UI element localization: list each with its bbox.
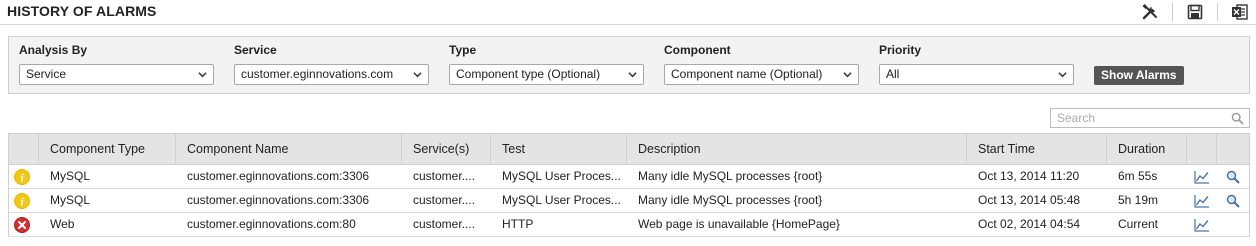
save-icon[interactable]	[1185, 2, 1205, 22]
component-value: Component name (Optional)	[671, 67, 823, 81]
service-select[interactable]: customer.eginnovations.com	[234, 64, 429, 85]
analysis-by-value: Service	[26, 67, 67, 81]
table-row[interactable]: Web customer.eginnovations.com:80 custom…	[9, 213, 1249, 237]
col-header-start-time[interactable]: Start Time	[967, 134, 1107, 164]
priority-value: All	[886, 67, 900, 81]
start-time-cell: Oct 13, 2014 05:48	[978, 193, 1081, 207]
duration-cell: 6m 55s	[1118, 169, 1158, 183]
tools-icon[interactable]	[1140, 2, 1160, 22]
excel-export-icon[interactable]	[1230, 2, 1250, 22]
type-label: Type	[449, 43, 477, 57]
duration-cell: 5h 19m	[1118, 193, 1159, 207]
graph-cell	[1187, 165, 1217, 188]
col-header-component-name[interactable]: Component Name	[176, 134, 402, 164]
service-group: Service customer.eginnovations.com	[234, 43, 429, 85]
type-value: Component type (Optional)	[456, 67, 601, 81]
line-graph-icon[interactable]	[1194, 170, 1210, 184]
test-cell: HTTP	[502, 217, 534, 231]
col-header-description[interactable]: Description	[627, 134, 967, 164]
toolbar-divider	[1172, 3, 1173, 21]
chevron-down-icon	[413, 72, 422, 78]
header-toolbar	[1140, 2, 1250, 22]
line-graph-icon[interactable]	[1194, 194, 1210, 208]
priority-group: Priority All	[879, 43, 1074, 85]
analysis-by-group: Analysis By Service	[19, 43, 214, 85]
search-icon[interactable]	[1231, 112, 1244, 125]
priority-select[interactable]: All	[879, 64, 1074, 85]
show-alarms-button[interactable]: Show Alarms	[1094, 66, 1184, 85]
description-cell: Many idle MySQL processes {root}	[638, 169, 823, 183]
chevron-down-icon	[628, 72, 637, 78]
component-type-cell: MySQL	[50, 169, 91, 183]
description-cell: Many idle MySQL processes {root}	[638, 193, 823, 207]
minor-alarm-icon: i	[14, 192, 30, 209]
minor-alarm-icon: i	[14, 168, 30, 185]
col-header-test[interactable]: Test	[491, 134, 627, 164]
start-time-cell: Oct 02, 2014 04:54	[978, 217, 1081, 231]
table-row[interactable]: i MySQL customer.eginnovations.com:3306 …	[9, 165, 1249, 189]
chevron-down-icon	[198, 72, 207, 78]
critical-alarm-icon	[14, 216, 30, 233]
magnifier-icon[interactable]	[1226, 170, 1240, 184]
services-cell: customer....	[413, 193, 476, 207]
services-cell: customer....	[413, 217, 476, 231]
test-cell: MySQL User Proces...	[502, 193, 621, 207]
page-title: HISTORY OF ALARMS	[7, 3, 157, 19]
component-group: Component Component name (Optional)	[664, 43, 859, 85]
type-select[interactable]: Component type (Optional)	[449, 64, 644, 85]
component-name-cell: customer.eginnovations.com:3306	[187, 193, 370, 207]
type-group: Type Component type (Optional)	[449, 43, 644, 85]
graph-cell	[1187, 213, 1217, 236]
start-time-cell: Oct 13, 2014 11:20	[978, 169, 1080, 183]
alarms-table: Component Type Component Name Service(s)…	[8, 133, 1250, 237]
table-row[interactable]: i MySQL customer.eginnovations.com:3306 …	[9, 189, 1249, 213]
component-label: Component	[664, 43, 731, 57]
component-type-cell: Web	[50, 217, 75, 231]
line-graph-icon[interactable]	[1194, 218, 1210, 232]
table-header: Component Type Component Name Service(s)…	[9, 134, 1249, 165]
component-name-cell: customer.eginnovations.com:80	[187, 217, 356, 231]
component-name-cell: customer.eginnovations.com:3306	[187, 169, 370, 183]
page-header: HISTORY OF ALARMS	[0, 0, 1256, 25]
col-header-severity	[9, 134, 39, 164]
analysis-by-label: Analysis By	[19, 43, 88, 57]
duration-cell: Current	[1118, 217, 1159, 231]
magnifier-icon[interactable]	[1226, 194, 1240, 208]
test-cell: MySQL User Proces...	[502, 169, 621, 183]
details-cell	[1217, 213, 1249, 236]
component-select[interactable]: Component name (Optional)	[664, 64, 859, 85]
col-header-details	[1217, 134, 1249, 164]
search-input[interactable]	[1051, 109, 1226, 127]
service-value: customer.eginnovations.com	[241, 67, 394, 81]
priority-label: Priority	[879, 43, 922, 57]
details-cell	[1217, 165, 1249, 188]
toolbar-divider	[1217, 3, 1218, 21]
chevron-down-icon	[843, 72, 852, 78]
analysis-by-select[interactable]: Service	[19, 64, 214, 85]
severity-cell: i	[9, 189, 39, 212]
component-type-cell: MySQL	[50, 193, 91, 207]
chevron-down-icon	[1058, 72, 1067, 78]
col-header-component-type[interactable]: Component Type	[39, 134, 176, 164]
col-header-services[interactable]: Service(s)	[402, 134, 491, 164]
severity-cell: i	[9, 165, 39, 188]
service-label: Service	[234, 43, 277, 57]
graph-cell	[1187, 189, 1217, 212]
description-cell: Web page is unavailable {HomePage}	[638, 217, 840, 231]
filter-panel: Analysis By Service Service customer.egi…	[8, 36, 1250, 94]
services-cell: customer....	[413, 169, 476, 183]
severity-cell	[9, 213, 39, 236]
col-header-duration[interactable]: Duration	[1107, 134, 1187, 164]
details-cell	[1217, 189, 1249, 212]
col-header-graph	[1187, 134, 1217, 164]
search-box	[1050, 108, 1250, 128]
